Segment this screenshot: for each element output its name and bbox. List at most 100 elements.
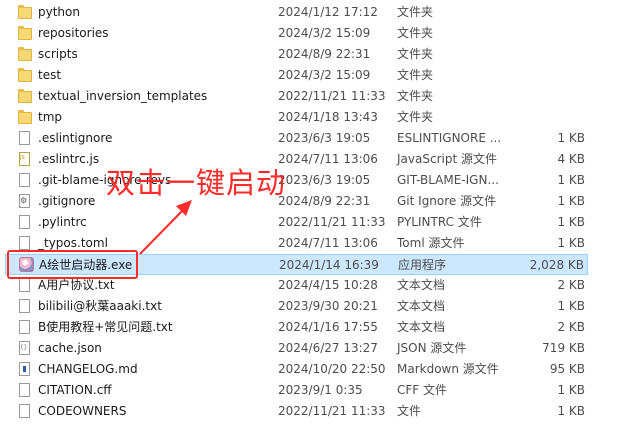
file-name: tmp (38, 110, 63, 124)
file-type: PYLINTRC 文件 (397, 215, 482, 229)
file-type: 文件夹 (397, 47, 434, 61)
file-row[interactable]: CODEOWNERS 2022/11/21 11:33 文件 1 KB (0, 401, 643, 422)
file-size: 4 KB (557, 152, 585, 166)
file-icon (18, 236, 32, 251)
file-size: 2,028 KB (529, 258, 584, 272)
highlight-box (7, 250, 138, 279)
file-icon (18, 404, 32, 419)
file-name: .pylintrc (38, 215, 87, 229)
annotation-label: 双击一键启动 (106, 166, 287, 200)
file-row[interactable]: scripts 2024/8/9 22:31 文件夹 (0, 44, 643, 65)
folder-icon (18, 26, 32, 41)
file-size: 1 KB (557, 236, 585, 250)
folder-icon (18, 89, 32, 104)
file-name: .eslintignore (38, 131, 113, 145)
file-type: Git Ignore 源文件 (397, 194, 497, 208)
file-size: 1 KB (557, 194, 585, 208)
file-icon (18, 383, 32, 398)
file-modified-date: 2023/9/1 0:35 (278, 383, 363, 397)
file-modified-date: 2024/7/11 13:06 (278, 152, 378, 166)
file-modified-date: 2022/11/21 11:33 (278, 89, 386, 103)
file-row[interactable]: B使用教程+常见问题.txt 2024/1/16 17:55 文本文档 2 KB (0, 317, 643, 338)
file-type: CFF 文件 (397, 383, 447, 397)
file-size: 719 KB (542, 341, 585, 355)
file-type: 文件夹 (397, 110, 434, 124)
file-modified-date: 2023/6/3 19:05 (278, 131, 371, 145)
file-icon (18, 131, 32, 146)
file-modified-date: 2024/1/18 13:43 (278, 110, 378, 124)
file-row[interactable]: textual_inversion_templates 2022/11/21 11… (0, 86, 643, 107)
file-icon (18, 299, 32, 314)
file-row[interactable]: CHANGELOG.md 2024/10/20 22:50 Markdown 源文件… (0, 359, 643, 380)
file-icon (18, 278, 32, 293)
file-type: 文本文档 (397, 320, 446, 334)
file-type: JSON 源文件 (397, 341, 467, 355)
file-type: 文件 (397, 404, 422, 418)
file-modified-date: 2023/9/30 20:21 (278, 299, 378, 313)
file-size: 1 KB (557, 131, 585, 145)
file-type: ESLINTIGNORE ... (397, 131, 502, 145)
file-row[interactable]: CITATION.cff 2023/9/1 0:35 CFF 文件 1 KB (0, 380, 643, 401)
file-size: 1 KB (557, 299, 585, 313)
file-modified-date: 2024/4/15 10:28 (278, 278, 378, 292)
file-row[interactable]: .eslintrc.js 2024/7/11 13:06 JavaScript 源文… (0, 149, 643, 170)
file-modified-date: 2022/11/21 11:33 (278, 215, 386, 229)
file-name: CHANGELOG.md (38, 362, 138, 376)
file-modified-date: 2024/8/9 22:31 (278, 194, 371, 208)
file-row[interactable]: .gitignore 2024/8/9 22:31 Git Ignore 源文件 1 … (0, 191, 643, 212)
file-name: python (38, 5, 80, 19)
file-name: scripts (38, 47, 78, 61)
file-size: 1 KB (557, 404, 585, 418)
file-type: 文件夹 (397, 89, 434, 103)
file-row[interactable]: .eslintignore 2023/6/3 19:05 ESLINTIGNORE … (0, 128, 643, 149)
file-row[interactable]: bilibili@秋葉aaaki.txt 2023/9/30 20:21 文本文档 1… (0, 296, 643, 317)
file-row[interactable]: python 2024/1/12 17:12 文件夹 (0, 2, 643, 23)
file-icon (18, 215, 32, 230)
file-type: 文件夹 (397, 68, 434, 82)
file-modified-date: 2024/1/12 17:12 (278, 5, 378, 19)
md-file-icon (18, 362, 32, 377)
file-name: bilibili@秋葉aaaki.txt (38, 299, 162, 313)
braces-file-icon (18, 341, 32, 356)
file-icon (18, 173, 32, 188)
file-name: B使用教程+常见问题.txt (38, 320, 173, 334)
file-type: Markdown 源文件 (397, 362, 499, 376)
file-size: 2 KB (557, 278, 585, 292)
file-type: GIT-BLAME-IGN... (397, 173, 499, 187)
file-modified-date: 2024/8/9 22:31 (278, 47, 371, 61)
file-type: JavaScript 源文件 (397, 152, 497, 166)
file-modified-date: 2024/1/16 17:55 (278, 320, 378, 334)
file-row[interactable]: test 2024/3/2 15:09 文件夹 (0, 65, 643, 86)
file-modified-date: 2024/6/27 13:27 (278, 341, 378, 355)
file-size: 1 KB (557, 383, 585, 397)
file-modified-date: 2024/10/20 22:50 (278, 362, 386, 376)
file-name: CODEOWNERS (38, 404, 127, 418)
file-name: cache.json (38, 341, 102, 355)
file-name: textual_inversion_templates (38, 89, 208, 103)
file-row[interactable]: repositories 2024/3/2 15:09 文件夹 (0, 23, 643, 44)
file-name: repositories (38, 26, 109, 40)
file-name: .eslintrc.js (38, 152, 100, 166)
file-explorer-list: python 2024/1/12 17:12 文件夹 repositories 2024… (0, 0, 643, 427)
file-type: Toml 源文件 (397, 236, 465, 250)
file-row[interactable]: .pylintrc 2022/11/21 11:33 PYLINTRC 文件 1 KB (0, 212, 643, 233)
file-size: 1 KB (557, 215, 585, 229)
folder-icon (18, 5, 32, 20)
folder-icon (18, 110, 32, 125)
file-modified-date: 2024/1/14 16:39 (279, 258, 379, 272)
file-modified-date: 2023/6/3 19:05 (278, 173, 371, 187)
file-name: CITATION.cff (38, 383, 112, 397)
file-row[interactable]: .git-blame-ignore-revs 2023/6/3 19:05 GIT-… (0, 170, 643, 191)
file-name: .gitignore (38, 194, 96, 208)
file-size: 2 KB (557, 320, 585, 334)
file-type: 文本文档 (397, 278, 446, 292)
file-modified-date: 2024/3/2 15:09 (278, 68, 371, 82)
file-modified-date: 2022/11/21 11:33 (278, 404, 386, 418)
folder-icon (18, 47, 32, 62)
file-row[interactable]: cache.json 2024/6/27 13:27 JSON 源文件 719 KB (0, 338, 643, 359)
file-modified-date: 2024/3/2 15:09 (278, 26, 371, 40)
file-row[interactable]: tmp 2024/1/18 13:43 文件夹 (0, 107, 643, 128)
gear-file-icon (18, 194, 32, 209)
file-type: 文件夹 (397, 5, 434, 19)
file-size: 1 KB (557, 173, 585, 187)
